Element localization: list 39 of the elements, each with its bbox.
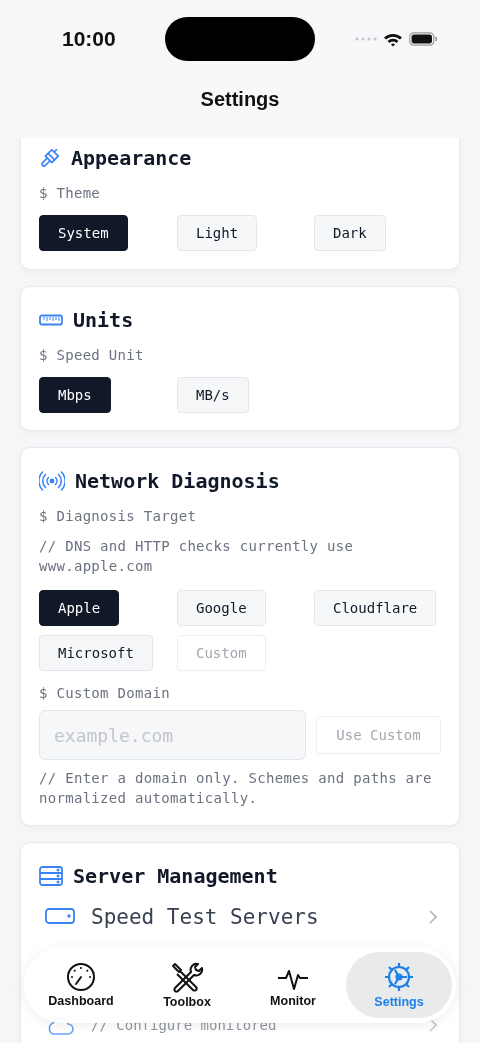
tab-item[interactable]: Dashboard: [28, 952, 134, 1018]
option-button[interactable]: Microsoft: [39, 635, 153, 671]
option-button[interactable]: Mbps: [39, 377, 111, 413]
broadcast-icon: [39, 471, 65, 491]
section-title: Appearance: [71, 146, 192, 170]
field-label: $ Theme: [39, 185, 102, 201]
option-button[interactable]: MB/s: [177, 377, 249, 413]
option-button[interactable]: Light: [177, 215, 258, 251]
status-time: 10:00: [62, 27, 117, 51]
hint-text: // Enter a domain only. Schemes and paths are normalized automatically.: [39, 769, 433, 808]
ruler-icon: [39, 314, 63, 326]
settings-icon: [383, 961, 415, 993]
screen-title: Settings: [199, 88, 281, 111]
section-title: Units: [73, 308, 134, 332]
server-icon: [39, 866, 63, 886]
section-title: Server Management: [73, 864, 278, 888]
section-title: Network Diagnosis: [75, 469, 280, 493]
tab-item[interactable]: Monitor: [240, 952, 346, 1018]
gauge-icon: [66, 962, 96, 992]
row-title: Speed Test Servers: [91, 905, 320, 929]
tools-icon: [170, 961, 204, 993]
option-button[interactable]: Dark: [314, 215, 386, 251]
option-button[interactable]: Cloudflare: [314, 590, 437, 626]
field-label: $ Diagnosis Target: [39, 508, 198, 524]
note-text: // DNS and HTTP checks currently use www.apple.com: [39, 537, 355, 576]
chevron-icon: [429, 1018, 437, 1032]
option-button[interactable]: System: [39, 215, 128, 251]
paintbrush-icon: [39, 147, 61, 169]
row-subtitle: // Configure monitored: [91, 1017, 278, 1033]
field-label: $ Custom Domain: [39, 685, 171, 701]
server-icon: [45, 908, 75, 926]
option-button[interactable]: Google: [177, 590, 266, 626]
option-button[interactable]: Apple: [39, 590, 120, 626]
chevron-icon: [429, 910, 437, 924]
signal-icon: [355, 37, 377, 41]
field-label: $ Speed Unit: [39, 347, 145, 363]
wifi-icon: [383, 31, 403, 47]
tab-item[interactable]: Toolbox: [134, 952, 240, 1018]
battery-icon: [409, 32, 438, 46]
